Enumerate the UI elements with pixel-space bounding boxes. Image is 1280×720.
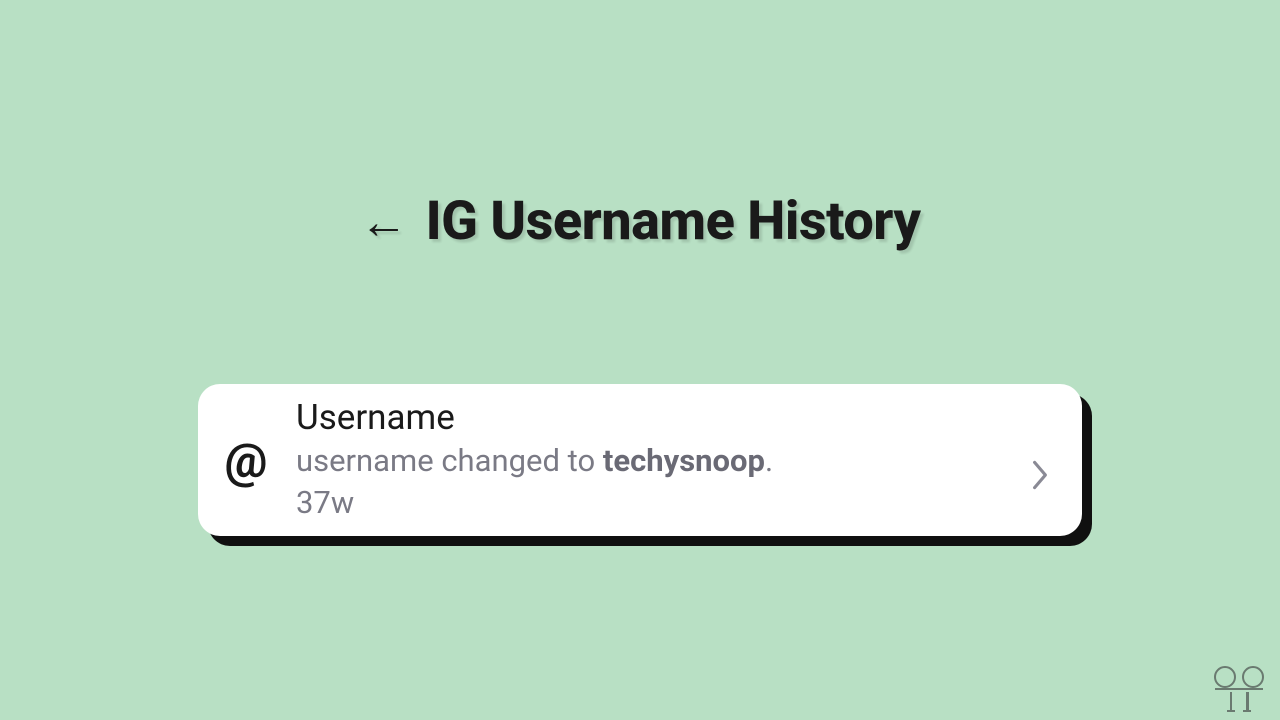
card-description: username changed to techysnoop. (296, 440, 1026, 482)
username-value: techysnoop (603, 442, 765, 479)
username-history-card[interactable]: @ Username username changed to techysnoo… (198, 384, 1082, 536)
deco-leg (1246, 692, 1249, 710)
footer-decoration (1214, 666, 1264, 711)
back-arrow-icon[interactable]: ← (360, 198, 408, 246)
chevron-right-icon (1026, 461, 1054, 489)
deco-leg (1230, 692, 1233, 710)
card-title: Username (296, 396, 1026, 440)
deco-circle-icon (1214, 666, 1236, 688)
card-timestamp: 37w (296, 482, 1026, 524)
desc-prefix: username changed to (296, 442, 603, 479)
deco-bar (1215, 688, 1263, 691)
page-title: IG Username History (426, 190, 921, 253)
at-icon: @ (214, 432, 278, 489)
deco-circle-icon (1242, 666, 1264, 688)
desc-suffix: . (765, 442, 773, 479)
page-header: ← IG Username History (0, 0, 1280, 253)
card-content: Username username changed to techysnoop.… (278, 396, 1026, 523)
